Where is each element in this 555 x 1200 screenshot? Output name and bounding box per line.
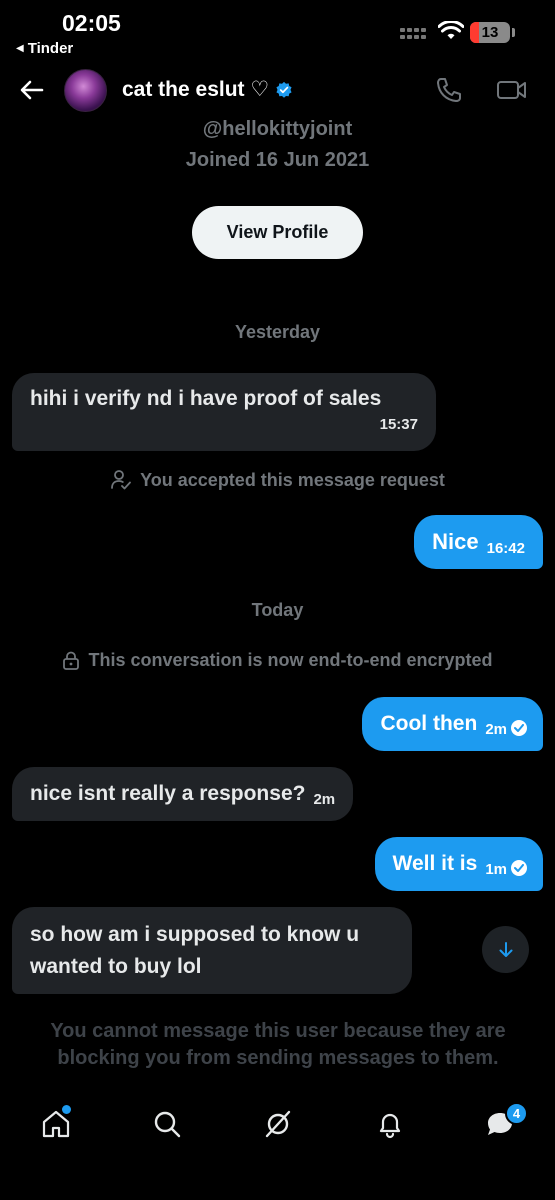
message-time: 16:42 <box>486 540 525 557</box>
verified-badge-icon <box>276 81 292 98</box>
message-time: 2m <box>313 791 336 808</box>
grok-icon[interactable] <box>262 1108 294 1140</box>
battery-tip <box>512 28 515 37</box>
back-arrow-icon[interactable] <box>18 76 46 104</box>
home-notification-dot <box>62 1105 71 1114</box>
view-profile-button[interactable]: View Profile <box>192 206 363 259</box>
contact-name[interactable]: cat the eslut ♡ <box>122 77 293 102</box>
battery-icon: 13 <box>470 22 510 43</box>
accepted-notice-text: You accepted this message request <box>140 469 445 490</box>
message-bubble-incoming[interactable]: so how am i supposed to know u wanted to… <box>12 907 412 994</box>
read-check-icon <box>511 720 527 736</box>
day-separator-today: Today <box>251 600 304 620</box>
contact-name-text: cat the eslut ♡ <box>122 78 270 101</box>
messages-badge: 4 <box>505 1102 528 1125</box>
back-triangle-icon: ◀ <box>16 43 24 54</box>
bottom-tab-bar <box>0 1100 555 1150</box>
joined-date: Joined 16 Jun 2021 <box>185 149 370 171</box>
message-text: Cool then <box>380 712 478 735</box>
notifications-icon[interactable] <box>374 1108 406 1140</box>
wifi-icon <box>438 21 464 39</box>
lock-icon <box>63 651 80 670</box>
avatar[interactable] <box>64 69 107 112</box>
status-time: 02:05 <box>62 10 121 36</box>
encryption-notice-text: This conversation is now end-to-end encr… <box>88 650 493 670</box>
day-separator-yesterday: Yesterday <box>234 322 321 342</box>
message-text: nice isnt really a response? <box>30 782 306 805</box>
profile-handle: @hellokittyjoint <box>202 118 353 140</box>
message-request-notice: You accepted this message request <box>0 469 555 491</box>
read-check-icon <box>511 860 527 876</box>
message-bubble-incoming[interactable]: hihi i verify nd i have proof of sales 1… <box>12 373 436 451</box>
arrow-down-icon <box>499 941 512 957</box>
phone-icon[interactable] <box>435 76 463 104</box>
battery-level: 13 <box>481 24 499 41</box>
scroll-to-bottom-button[interactable] <box>482 926 529 973</box>
message-bubble-outgoing[interactable]: Well it is 1m <box>374 837 543 891</box>
message-text: so how am i supposed to know u wanted to… <box>30 923 360 978</box>
accepted-user-icon <box>111 470 132 490</box>
message-text: hihi i verify nd i have proof of sales <box>30 387 382 410</box>
video-call-icon[interactable] <box>496 76 528 104</box>
encryption-notice: This conversation is now end-to-end encr… <box>0 650 555 671</box>
message-time: 2m <box>485 721 507 738</box>
back-to-app-link[interactable]: ◀ Tinder <box>16 40 73 57</box>
message-text: Well it is <box>392 852 478 875</box>
message-bubble-outgoing[interactable]: Nice 16:42 <box>414 515 543 569</box>
back-app-label: Tinder <box>27 40 74 57</box>
cellular-signal-icon <box>400 28 426 39</box>
message-time: 15:37 <box>379 416 418 433</box>
conversation-header: cat the eslut ♡ <box>0 66 555 114</box>
message-text: Nice <box>432 529 479 554</box>
message-bubble-outgoing[interactable]: Cool then 2m <box>362 697 543 751</box>
message-time: 1m <box>485 861 507 878</box>
blocked-notice: You cannot message this user because the… <box>50 1020 506 1069</box>
search-icon[interactable] <box>151 1108 183 1140</box>
message-bubble-incoming[interactable]: nice isnt really a response? 2m <box>12 767 354 821</box>
